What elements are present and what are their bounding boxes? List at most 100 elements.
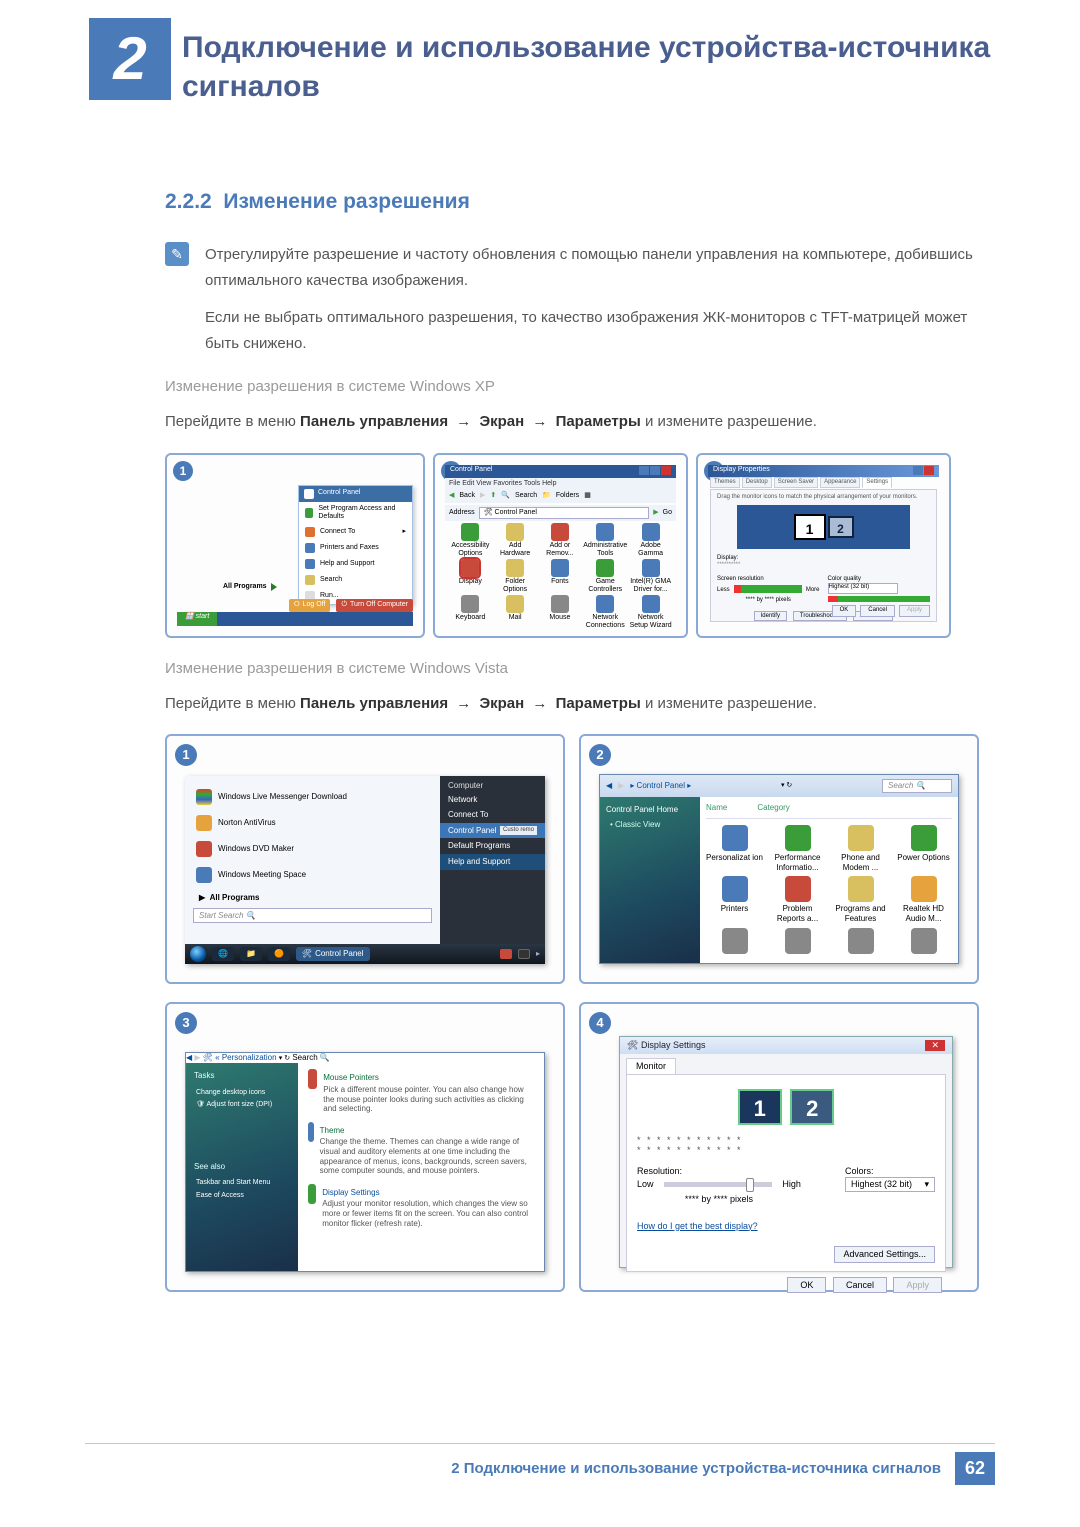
resolution-slider: [664, 1182, 773, 1187]
xp-instr-pre: Перейдите в меню: [165, 413, 300, 430]
menu-item: Set Program Access and Defaults: [318, 505, 406, 522]
sidebar-item: Taskbar and Start Menu: [194, 1177, 290, 1189]
network-conn-icon: [596, 595, 614, 613]
menu-item: Windows Live Messenger Download: [218, 792, 347, 802]
power-button-icon: [500, 949, 512, 959]
apply-button: Apply: [893, 1277, 942, 1293]
cancel-button: Cancel: [833, 1277, 887, 1293]
power-options-icon: [911, 825, 937, 851]
window-title: Display Properties: [713, 466, 770, 476]
connect-icon: [305, 527, 315, 537]
identify-button: Identify: [754, 611, 787, 621]
see-also-header: See also: [194, 1162, 290, 1172]
add-hardware-icon: [506, 523, 524, 541]
xp-screenshot-1: 1 Control Panel Set Program Access and D…: [165, 453, 425, 638]
vista-screenshot-3: 3 ◀ ▶ 🛠 « Personalization ▾ ↻ Search 🔍 T…: [165, 1002, 565, 1292]
note-icon: ✎: [165, 242, 189, 266]
xp-path-2: Экран: [479, 413, 524, 430]
monitor-layout: 1 2: [737, 505, 910, 549]
menu-item: Search: [320, 576, 342, 584]
cancel-button: Cancel: [860, 605, 895, 616]
address-bar: Address 🛠 Control Panel ▶Go: [445, 505, 676, 521]
right-item: Default Programs: [440, 838, 545, 854]
meeting-space-icon: [196, 867, 212, 883]
item-heading: Mouse Pointers: [323, 1073, 534, 1083]
item-desc: Pick a different mouse pointer. You can …: [323, 1085, 534, 1114]
arrow-icon: →: [528, 413, 551, 430]
forward-icon: ▶: [480, 492, 485, 500]
badge-2: 2: [589, 744, 611, 766]
badge-4: 4: [589, 1012, 611, 1034]
resolution-label: Resolution:: [637, 1166, 801, 1177]
vista-path-2: Экран: [479, 695, 524, 712]
logoff-icon: ⭘: [294, 601, 300, 609]
toolbar: ◀Back ▶ ⬆ 🔍Search 📁Folders ▦: [445, 489, 676, 503]
close-icon: [661, 466, 671, 475]
start-orb-icon: [190, 946, 206, 962]
taskbar-button: Control Panel: [315, 949, 363, 959]
mouse-icon: [551, 595, 569, 613]
right-header: Computer: [440, 776, 545, 792]
item-heading: Display Settings: [322, 1188, 534, 1198]
colors-dropdown: Highest (32 bit)▾: [845, 1177, 935, 1192]
logoff-button: Log Off: [303, 601, 326, 609]
accessibility-icon: [461, 523, 479, 541]
apply-button: Apply: [899, 605, 930, 616]
admin-tools-icon: [596, 523, 614, 541]
note-paragraph-1: Отрегулируйте разрешение и частоту обнов…: [205, 242, 980, 293]
ie-icon: 🌐: [218, 949, 228, 959]
close-icon: [924, 466, 934, 475]
vista-row-1: 1 Windows Live Messenger Download Norton…: [165, 734, 980, 984]
vista-subheading: Изменение разрешения в системе Windows V…: [165, 660, 980, 677]
vista-path-1: Панель управления: [300, 695, 448, 712]
vista-screenshot-4: 4 🛠 Display Settings✕ Monitor 1 2 * * * …: [579, 1002, 979, 1292]
problem-reports-icon: [785, 876, 811, 902]
menu-item: Norton AntiVirus: [218, 818, 276, 828]
chapter-title: Подключение и использование устройства-и…: [182, 28, 1000, 106]
vista-row-2: 3 ◀ ▶ 🛠 « Personalization ▾ ↻ Search 🔍 T…: [165, 1002, 980, 1292]
page-number: 62: [955, 1452, 995, 1485]
control-panel-grid: Accessibility Options Add Hardware Add o…: [449, 523, 672, 624]
vista-path-3: Параметры: [556, 695, 641, 712]
back-icon: ◀: [186, 1053, 192, 1062]
printers-icon: [305, 543, 315, 553]
taskbar: 🌐 📁 🟠 🛠Control Panel ▸: [185, 944, 545, 964]
tabs: Themes Desktop Screen Saver Appearance S…: [710, 477, 937, 488]
xp-instr-post: и измените разрешение.: [645, 413, 817, 430]
views-icon: ▦: [584, 492, 591, 500]
vista-screenshot-1: 1 Windows Live Messenger Download Norton…: [165, 734, 565, 984]
go-icon: ▶: [653, 509, 658, 517]
monitor-1: 1: [796, 516, 824, 538]
menu-item: Windows Meeting Space: [218, 870, 306, 880]
vista-instr-post: и измените разрешение.: [645, 695, 817, 712]
turnoff-button: Turn Off Computer: [350, 601, 408, 609]
arrow-icon: →: [452, 413, 475, 430]
xp-screenshot-3: 3 Display Properties Themes Desktop Scre…: [696, 453, 951, 638]
norton-icon: [196, 815, 212, 831]
control-panel-icon: [304, 489, 314, 499]
control-panel-icon: 🛠: [302, 949, 312, 959]
generic-icon: [785, 928, 811, 954]
right-item: Help and Support: [440, 854, 545, 870]
messenger-icon: [196, 789, 212, 805]
vista-instr-pre: Перейдите в меню: [165, 695, 300, 712]
chevron-right-icon: ▸: [536, 949, 540, 959]
breadcrumb: « Personalization: [215, 1053, 276, 1062]
col-category: Category: [757, 803, 789, 813]
color-quality-label: Color quality: [828, 576, 931, 583]
search-box: Search 🔍: [292, 1053, 330, 1062]
folders-icon: 📁: [542, 492, 551, 500]
back-icon: ◀: [606, 781, 612, 791]
minimize-icon: [639, 466, 649, 475]
ok-button: OK: [832, 605, 857, 616]
colors-label: Colors:: [845, 1166, 935, 1177]
generic-icon: [848, 928, 874, 954]
printers-icon: [722, 876, 748, 902]
programs-features-icon: [848, 876, 874, 902]
resolution-value: **** by **** pixels: [717, 597, 820, 604]
badge-1: 1: [173, 461, 193, 481]
search-icon: 🔍: [501, 492, 510, 500]
help-icon: [305, 559, 315, 569]
arrow-icon: →: [528, 695, 551, 712]
generic-icon: [911, 928, 937, 954]
